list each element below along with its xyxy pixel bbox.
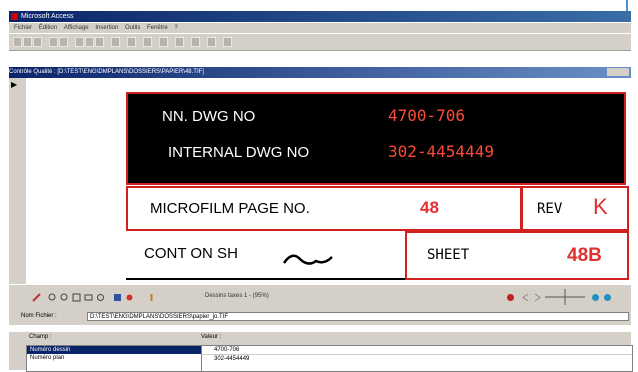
viewer-toolbar: Dessins taxes 1 - (95%) (9, 284, 631, 311)
filename-field[interactable]: D:\TEST\ENG\DMPLANS\DOSSIERS\papier_jo.T… (87, 312, 629, 321)
rev-label: REV (537, 201, 563, 217)
cont-on-sh-box: CONT ON SH (126, 231, 406, 280)
filename-label: Nom Fichier : (21, 313, 57, 319)
filename-row: Nom Fichier : D:\TEST\ENG\DMPLANS\DOSSIE… (9, 310, 631, 325)
main-toolbar (9, 34, 631, 51)
pin-icon[interactable] (147, 293, 156, 302)
crosshair-icon[interactable] (545, 289, 585, 305)
new-icon[interactable] (13, 37, 22, 47)
record-selector-column: ▶ (9, 78, 26, 284)
sheet-value: 48B (567, 245, 602, 266)
list-item[interactable]: Numéro plan (27, 354, 201, 362)
rev-box: REV K (521, 186, 629, 231)
next-page-icon[interactable] (533, 293, 542, 302)
nn-dwg-label: NN. DWG NO (162, 108, 256, 125)
field-list[interactable]: Numéro dessin Numéro plan (26, 345, 202, 372)
table-row[interactable]: 4700-706 (202, 346, 632, 355)
menu-fichier[interactable]: Fichier (14, 25, 32, 31)
scanned-drawing-image: NN. DWG NO 4700-706 INTERNAL DWG NO 302-… (123, 78, 631, 284)
current-record-arrow-icon: ▶ (11, 80, 18, 89)
value-list[interactable]: 4700-706 302-4454449 (201, 345, 633, 372)
image-left-margin (26, 78, 123, 284)
undo-icon[interactable] (111, 37, 120, 47)
zoom-readout: Dessins taxes 1 - (95%) (205, 293, 269, 299)
zoom-out-icon[interactable] (60, 293, 69, 302)
print-icon[interactable] (49, 37, 58, 47)
table-row[interactable]: 302-4454449 (202, 355, 632, 363)
rotate-icon[interactable] (96, 293, 105, 302)
microfilm-value: 48 (420, 198, 439, 217)
window-controls[interactable] (607, 68, 629, 76)
preview-icon[interactable] (59, 37, 68, 47)
menu-bar: Fichier Édition Affichage Insertion Outi… (9, 23, 631, 33)
sort-icon[interactable] (127, 37, 136, 47)
zoom-in-icon[interactable] (48, 293, 57, 302)
invert-icon[interactable] (113, 293, 122, 302)
red-marker-icon[interactable] (125, 293, 134, 302)
rev-value: K (593, 194, 608, 219)
sheet-box: SHEET 48B (405, 231, 629, 280)
handwritten-mark-icon (282, 254, 333, 265)
value-cell: 4700-706 (214, 347, 240, 353)
microfilm-box: MICROFILM PAGE NO. 48 (126, 186, 522, 231)
app-title: Microsoft Access (21, 13, 74, 20)
microfilm-label: MICROFILM PAGE NO. (150, 200, 310, 217)
paste-icon[interactable] (95, 37, 104, 47)
menu-help[interactable]: ? (174, 25, 177, 31)
copy-icon[interactable] (85, 37, 94, 47)
prev-page-icon[interactable] (521, 293, 530, 302)
tools-icon[interactable] (32, 293, 41, 302)
access-app-icon (11, 13, 18, 20)
new-record-icon[interactable] (175, 37, 184, 47)
internal-dwg-label: INTERNAL DWG NO (168, 144, 310, 161)
save-icon[interactable] (33, 37, 42, 47)
filter-icon[interactable] (143, 37, 152, 47)
field-column-label: Champ : (29, 334, 52, 340)
value-column-label: Valeur : (201, 334, 222, 340)
internal-dwg-value: 302-4454449 (388, 142, 494, 161)
menu-edition[interactable]: Édition (39, 25, 57, 31)
child-window-title: Contrôle Qualité : [D:\TEST\ENG\DMPLANS\… (9, 69, 204, 75)
fit-page-icon[interactable] (72, 293, 81, 302)
menu-affichage[interactable]: Affichage (64, 25, 89, 31)
fit-width-icon[interactable] (84, 293, 93, 302)
forward-icon[interactable] (603, 293, 612, 302)
cut-icon[interactable] (75, 37, 84, 47)
bottom-panel: Champ : Valeur : Numéro dessin Numéro pl… (9, 332, 633, 372)
properties-icon[interactable] (207, 37, 216, 47)
menu-fenetre[interactable]: Fenêtre (147, 25, 168, 31)
child-window-title-bar: Contrôle Qualité : [D:\TEST\ENG\DMPLANS\… (9, 67, 631, 78)
stop-icon[interactable] (506, 293, 515, 302)
menu-insertion[interactable]: Insertion (95, 25, 118, 31)
cont-on-sh-label: CONT ON SH (144, 245, 238, 262)
sheet-label: SHEET (427, 247, 470, 263)
back-icon[interactable] (591, 293, 600, 302)
value-cell: 302-4454449 (214, 356, 250, 362)
list-item[interactable]: Numéro dessin (27, 346, 201, 354)
title-block-black: NN. DWG NO 4700-706 INTERNAL DWG NO 302-… (126, 92, 626, 185)
nn-dwg-value: 4700-706 (388, 106, 466, 125)
app-title-bar: Microsoft Access (9, 11, 631, 22)
open-icon[interactable] (23, 37, 32, 47)
database-icon[interactable] (223, 37, 232, 47)
find-icon[interactable] (159, 37, 168, 47)
menu-outils[interactable]: Outils (125, 25, 140, 31)
delete-record-icon[interactable] (191, 37, 200, 47)
